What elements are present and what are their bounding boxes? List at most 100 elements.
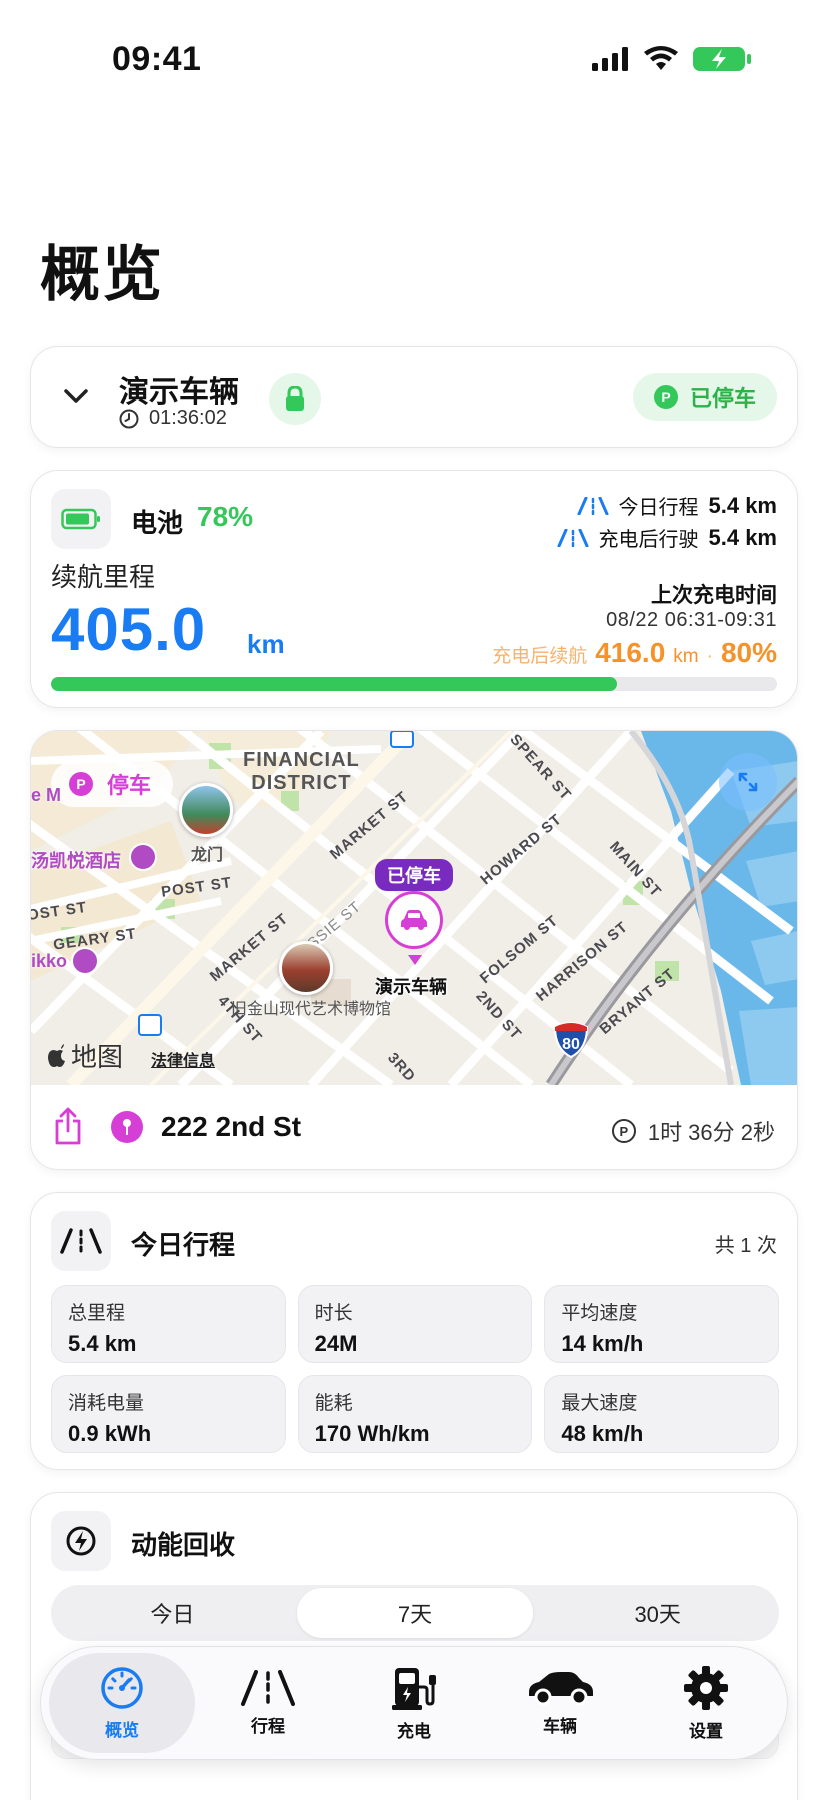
wifi-icon <box>644 46 678 70</box>
range-value: 405.0 <box>51 596 207 663</box>
parking-p-icon: P <box>653 385 678 409</box>
after-charge-value: 416.0 <box>595 637 666 668</box>
signal-icon <box>592 47 628 71</box>
stat-value: 24M <box>314 1331 358 1356</box>
apple-logo-icon <box>48 1043 65 1067</box>
battery-progress-track <box>51 677 777 691</box>
segment-7-days[interactable]: 7天 <box>296 1588 534 1638</box>
stat-label: 平均速度 <box>561 1303 638 1324</box>
tab-trips[interactable]: 行程 <box>195 1653 341 1753</box>
hotel-icon[interactable] <box>71 947 99 975</box>
museum-label: 旧金山现代艺术博物馆 <box>231 1001 392 1018</box>
tab-label: 行程 <box>251 1716 285 1736</box>
stat-label: 时长 <box>314 1303 353 1324</box>
share-icon[interactable] <box>53 1107 83 1145</box>
legal-info-link[interactable]: 法律信息 <box>151 1047 215 1071</box>
hotel-icon[interactable] <box>129 843 157 871</box>
trips-count: 共 1 次 <box>714 1235 777 1257</box>
dragon-gate-label: 龙门 <box>191 847 224 864</box>
stat-max-speed: 最大速度 48 km/h <box>544 1375 779 1453</box>
battery-percent: 78% <box>197 501 254 532</box>
vehicle-name[interactable]: 演示车辆 <box>119 367 239 411</box>
since-charge-row: 充电后行驶 5.4 km <box>557 523 778 552</box>
parked-address[interactable]: 222 2nd St <box>161 1111 301 1143</box>
battery-progress-fill <box>51 677 618 691</box>
regen-title: 动能回收 <box>131 1530 236 1560</box>
range-unit: km <box>247 629 285 659</box>
segment-30-days[interactable]: 30天 <box>539 1588 776 1638</box>
timer-value: 01:36:02 <box>149 407 227 429</box>
map-card: FINANCIAL DISTRICT MARKET ST MARKET ST S… <box>30 730 798 1170</box>
battery-icon-box <box>51 489 111 549</box>
location-pin-icon <box>111 1111 143 1143</box>
expand-icon <box>738 772 758 792</box>
tab-bar: 概览 行程 充电 车辆 设置 <box>40 1646 788 1760</box>
clock-icon <box>119 409 139 428</box>
map-parked-badge: P 停车 <box>51 761 174 807</box>
park-duration-value: 1时 36分 2秒 <box>647 1120 775 1145</box>
highway-number: 80 <box>562 1036 580 1053</box>
map-view[interactable]: FINANCIAL DISTRICT MARKET ST MARKET ST S… <box>31 731 797 1085</box>
gear-icon <box>684 1665 728 1710</box>
since-charge-label: 充电后行驶 <box>598 529 699 551</box>
maps-logo-text: 地图 <box>71 1042 124 1072</box>
hotel-label: ikko <box>31 951 68 971</box>
after-charge-unit: km <box>673 646 699 667</box>
tab-label: 概览 <box>105 1720 139 1740</box>
apple-maps-logo: 地图 <box>47 1037 123 1074</box>
car-icon <box>401 910 427 930</box>
park-duration: P 1时 36分 2秒 <box>611 1115 775 1147</box>
status-time: 09:41 <box>112 40 202 78</box>
map-parked-label: 停车 <box>107 773 152 798</box>
tab-charging[interactable]: 充电 <box>341 1653 487 1753</box>
dragon-gate-poi[interactable] <box>179 783 233 837</box>
stat-label: 总里程 <box>68 1303 126 1324</box>
lock-button[interactable] <box>269 373 321 425</box>
stat-total-distance: 总里程 5.4 km <box>51 1285 286 1363</box>
speedometer-icon <box>101 1666 143 1709</box>
car-icon <box>529 1671 593 1705</box>
stat-value: 0.9 kWh <box>68 1421 152 1446</box>
fuel-pump-icon <box>392 1667 436 1710</box>
parked-status-badge: P 已停车 <box>633 373 777 421</box>
tab-label: 车辆 <box>543 1716 577 1736</box>
trips-title: 今日行程 <box>131 1230 236 1260</box>
vehicle-selector-card[interactable]: 演示车辆 01:36:02 P 已停车 <box>30 346 798 448</box>
chevron-down-icon[interactable] <box>61 381 91 411</box>
after-charge-label: 充电后续航 <box>492 646 588 667</box>
district-label: FINANCIAL DISTRICT <box>243 749 360 794</box>
museum-poi[interactable] <box>279 941 333 995</box>
after-charge-separator: · <box>706 646 713 667</box>
range-label: 续航里程 <box>51 562 156 592</box>
page-title: 概览 <box>40 241 164 308</box>
hotel-label: 汤凯悦酒店 <box>31 851 121 871</box>
since-charge-value: 5.4 km <box>708 524 778 550</box>
map-expand-button[interactable] <box>719 753 777 811</box>
last-charge-time: 08/22 06:31-09:31 <box>606 609 777 631</box>
road-icon <box>241 1669 295 1706</box>
stat-value: 48 km/h <box>561 1421 644 1446</box>
tab-label: 充电 <box>397 1721 431 1741</box>
last-charge-label: 上次充电时间 <box>651 584 777 607</box>
stat-label: 消耗电量 <box>68 1393 145 1414</box>
tab-label: 设置 <box>689 1721 723 1741</box>
today-distance-label: 今日行程 <box>618 497 699 519</box>
map-car-status-tag: 已停车 <box>375 859 453 891</box>
map-car-label: 演示车辆 <box>375 977 447 997</box>
battery-label: 电池 <box>131 508 184 538</box>
stat-duration: 时长 24M <box>297 1285 533 1363</box>
after-charge-range: 充电后续航 416.0 km · 80% <box>492 637 777 669</box>
today-trips-card[interactable]: 今日行程 共 1 次 总里程 5.4 km 时长 24M 平均速度 14 km/… <box>30 1192 798 1470</box>
tab-settings[interactable]: 设置 <box>633 1653 779 1753</box>
battery-card: 电池 78% 今日行程 5.4 km 充电后行驶 5.4 km 续航里程 405… <box>30 470 798 708</box>
stat-avg-speed: 平均速度 14 km/h <box>544 1285 779 1363</box>
location-footer: 222 2nd St P 1时 36分 2秒 <box>31 1085 797 1169</box>
status-bar: 09:41 <box>0 0 828 120</box>
regen-period-segment: 今日 7天 30天 <box>51 1585 779 1641</box>
car-location-pin[interactable] <box>385 891 443 949</box>
today-distance-row: 今日行程 5.4 km <box>577 491 777 520</box>
tab-vehicle[interactable]: 车辆 <box>487 1653 633 1753</box>
segment-today[interactable]: 今日 <box>54 1588 291 1638</box>
tab-overview[interactable]: 概览 <box>49 1653 195 1753</box>
trips-icon-box <box>51 1211 111 1271</box>
